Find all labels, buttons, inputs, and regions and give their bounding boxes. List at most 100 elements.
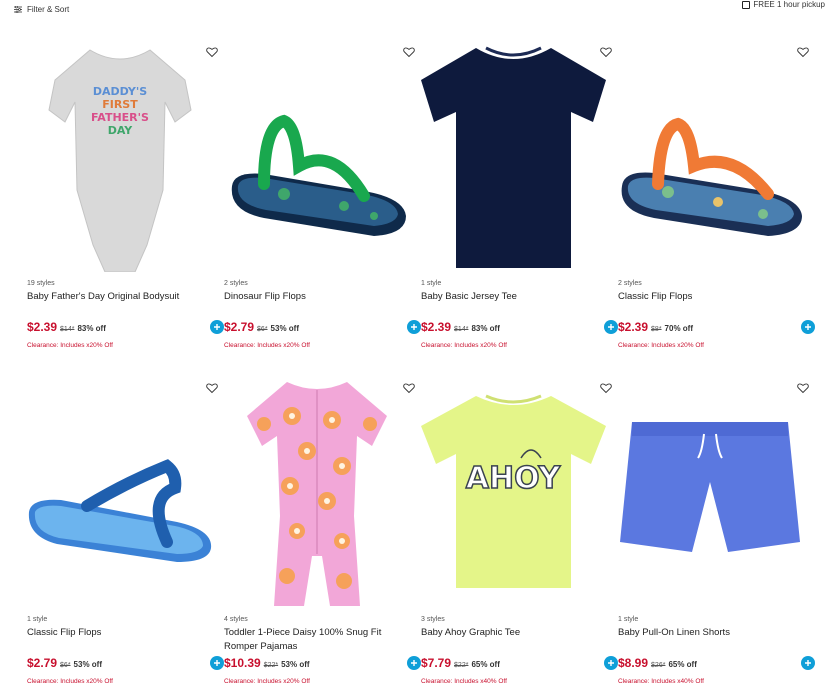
product-card[interactable]: 4 styles Toddler 1-Piece Daisy 100% Snug…: [224, 372, 421, 692]
clearance-note: Clearance: Includes x20% Off: [224, 678, 310, 685]
product-image[interactable]: [27, 372, 212, 612]
tee-shirt-icon: [421, 46, 606, 268]
sale-price: $7.79: [421, 656, 452, 670]
flip-flop-icon: [231, 114, 406, 236]
add-to-cart-button[interactable]: [604, 320, 618, 334]
heart-icon[interactable]: [797, 382, 809, 394]
original-price: $22*: [454, 662, 469, 669]
style-count: 3 styles: [421, 616, 445, 623]
product-card[interactable]: 1 style Baby Basic Jersey Tee $2.39 $14*…: [421, 36, 618, 356]
sale-price: $2.39: [421, 320, 452, 334]
add-to-cart-button[interactable]: [407, 656, 421, 670]
plus-icon: [608, 660, 614, 666]
price-line: $2.79 $6* 53% off: [224, 320, 299, 334]
print-line-3: FATHER'S: [91, 111, 149, 124]
plus-icon: [214, 324, 220, 330]
add-to-cart-button[interactable]: [210, 320, 224, 334]
product-card[interactable]: 2 styles Classic Flip Flops $2.39 $8* 70…: [618, 36, 815, 356]
price-line: $2.79 $6* 53% off: [27, 656, 102, 670]
product-card[interactable]: AHOY 3 styles Baby Ahoy Graphic Tee $7.7…: [421, 372, 618, 692]
product-name[interactable]: Baby Father's Day Original Bodysuit: [27, 290, 207, 304]
plus-icon: [411, 324, 417, 330]
product-image[interactable]: [224, 372, 409, 612]
heart-icon[interactable]: [403, 382, 415, 394]
heart-icon[interactable]: [403, 46, 415, 58]
add-to-cart-button[interactable]: [801, 656, 815, 670]
shorts-icon: [620, 422, 800, 552]
flip-flop-icon: [621, 117, 802, 236]
print-line-4: DAY: [107, 124, 133, 137]
heart-icon[interactable]: [797, 46, 809, 58]
product-image[interactable]: [421, 36, 606, 276]
price-line: $8.99 $26* 65% off: [618, 656, 697, 670]
discount-percent: 53% off: [73, 660, 102, 669]
clearance-note: Clearance: Includes x20% Off: [618, 342, 704, 349]
add-to-cart-button[interactable]: [801, 320, 815, 334]
filter-sort-label: Filter & Sort: [27, 5, 70, 14]
product-image[interactable]: [618, 372, 803, 612]
original-price: $6*: [60, 662, 71, 669]
style-count: 19 styles: [27, 280, 55, 287]
heart-icon[interactable]: [600, 382, 612, 394]
price-line: $10.39 $22* 53% off: [224, 656, 310, 670]
original-price: $14*: [60, 326, 75, 333]
price-line: $2.39 $14* 83% off: [421, 320, 500, 334]
heart-icon[interactable]: [206, 46, 218, 58]
toolbar: Filter & Sort FREE 1 hour pickup: [0, 0, 833, 22]
clearance-note: Clearance: Includes x40% Off: [421, 678, 507, 685]
product-card[interactable]: 2 styles Dinosaur Flip Flops $2.79 $6* 5…: [224, 36, 421, 356]
original-price: $14*: [454, 326, 469, 333]
price-line: $7.79 $22* 65% off: [421, 656, 500, 670]
clearance-note: Clearance: Includes x20% Off: [421, 342, 507, 349]
filter-sort-button[interactable]: Filter & Sort: [14, 5, 69, 14]
print-text: AHOY: [466, 461, 562, 496]
style-count: 2 styles: [224, 280, 248, 287]
discount-percent: 65% off: [471, 660, 500, 669]
plus-icon: [411, 660, 417, 666]
style-count: 2 styles: [618, 280, 642, 287]
product-name[interactable]: Toddler 1-Piece Daisy 100% Snug Fit Romp…: [224, 626, 404, 654]
product-image[interactable]: AHOY: [421, 372, 606, 612]
heart-icon[interactable]: [600, 46, 612, 58]
style-count: 1 style: [421, 280, 442, 287]
product-name[interactable]: Baby Ahoy Graphic Tee: [421, 626, 601, 640]
pickup-filter-checkbox[interactable]: FREE 1 hour pickup: [742, 0, 825, 9]
clearance-note: Clearance: Includes x20% Off: [27, 342, 113, 349]
price-line: $2.39 $14* 83% off: [27, 320, 106, 334]
checkbox-icon: [742, 0, 751, 9]
add-to-cart-button[interactable]: [604, 656, 618, 670]
print-line-2: FIRST: [102, 98, 138, 111]
clearance-note: Clearance: Includes x20% Off: [224, 342, 310, 349]
clearance-note: Clearance: Includes x20% Off: [27, 678, 113, 685]
discount-percent: 83% off: [77, 324, 106, 333]
sale-price: $2.39: [618, 320, 649, 334]
product-card[interactable]: 1 style Baby Pull-On Linen Shorts $8.99 …: [618, 372, 815, 692]
plus-icon: [608, 324, 614, 330]
add-to-cart-button[interactable]: [210, 656, 224, 670]
original-price: $26*: [651, 662, 666, 669]
price-line: $2.39 $8* 70% off: [618, 320, 693, 334]
romper-icon: [246, 382, 387, 606]
original-price: $22*: [263, 662, 279, 669]
sale-price: $2.79: [224, 320, 255, 334]
product-card[interactable]: DADDY'S FIRST FATHER'S DAY 19 styles Bab…: [27, 36, 224, 356]
product-name[interactable]: Baby Pull-On Linen Shorts: [618, 626, 798, 640]
product-image[interactable]: DADDY'S FIRST FATHER'S DAY: [27, 36, 212, 276]
sale-price: $2.79: [27, 656, 58, 670]
print-line-1: DADDY'S: [92, 85, 146, 98]
product-name[interactable]: Dinosaur Flip Flops: [224, 290, 404, 304]
heart-icon[interactable]: [206, 382, 218, 394]
discount-percent: 83% off: [471, 324, 500, 333]
pickup-label: FREE 1 hour pickup: [753, 0, 825, 9]
product-card[interactable]: 1 style Classic Flip Flops $2.79 $6* 53%…: [27, 372, 224, 692]
sliders-icon: [14, 6, 22, 13]
add-to-cart-button[interactable]: [407, 320, 421, 334]
style-count: 1 style: [27, 616, 48, 623]
product-name[interactable]: Classic Flip Flops: [618, 290, 798, 304]
tee-shirt-icon: AHOY: [421, 394, 606, 588]
product-name[interactable]: Classic Flip Flops: [27, 626, 207, 640]
product-name[interactable]: Baby Basic Jersey Tee: [421, 290, 601, 304]
product-image[interactable]: [618, 36, 803, 276]
product-image[interactable]: [224, 36, 409, 276]
sale-price: $8.99: [618, 656, 649, 670]
